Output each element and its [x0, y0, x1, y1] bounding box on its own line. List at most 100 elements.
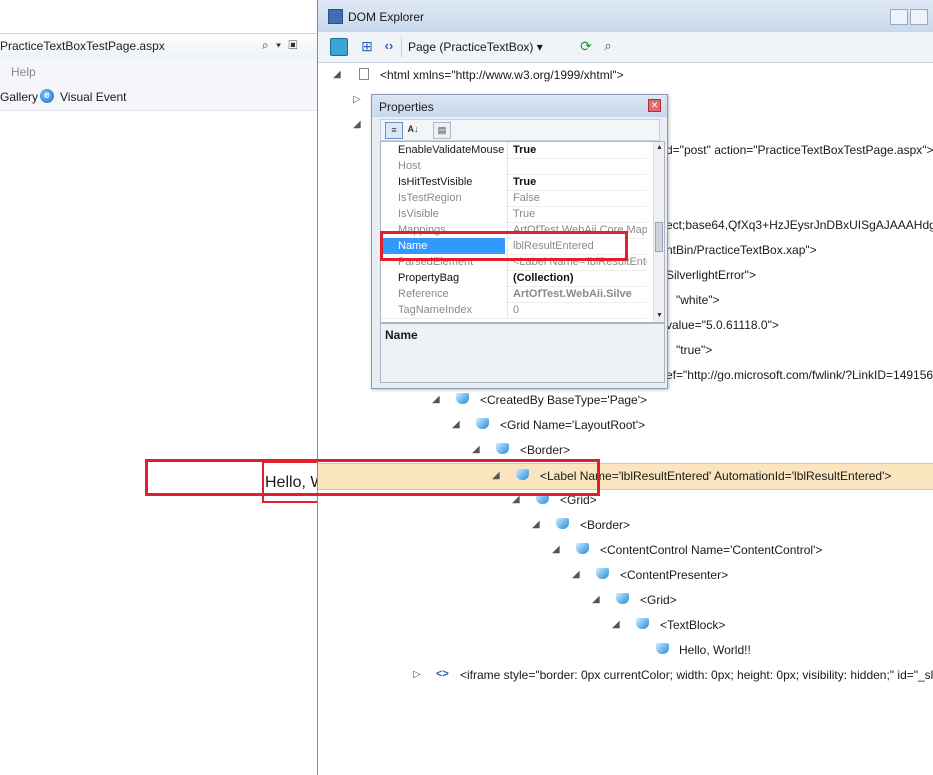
- tree-node-text[interactable]: d="post" action="PracticeTextBoxTestPage…: [666, 143, 933, 157]
- menu-help[interactable]: Help: [11, 65, 36, 79]
- collapse-twisty[interactable]: ◢: [353, 119, 361, 130]
- tree-row[interactable]: ◢ <html xmlns="http://www.w3.org/1999/xht…: [318, 63, 933, 88]
- tree-node-text[interactable]: <CreatedBy BaseType='Page'>: [480, 393, 647, 407]
- menu-bar: Help: [0, 58, 318, 84]
- tree-node-text[interactable]: "true">: [676, 343, 712, 357]
- tree-row[interactable]: ◢ <Border>: [318, 513, 933, 538]
- tree-row[interactable]: ◢ <Grid>: [318, 588, 933, 613]
- collapse-twisty[interactable]: ◢: [452, 419, 460, 430]
- property-row[interactable]: PropertyBag (Collection): [381, 270, 647, 287]
- tree-node-text[interactable]: <ContentPresenter>: [620, 568, 728, 582]
- tree-node-text[interactable]: <ContentControl Name='ContentControl'>: [600, 543, 822, 557]
- collapse-twisty[interactable]: ◢: [552, 544, 560, 555]
- alphabetical-sort-icon[interactable]: A↓: [405, 122, 421, 137]
- scroll-down-icon[interactable]: ▼: [654, 310, 664, 322]
- tree-row[interactable]: ▷ <> <iframe style="border: 0px currentCol…: [318, 663, 933, 688]
- property-name[interactable]: PropertyBag: [381, 270, 505, 286]
- minimize-button[interactable]: [890, 9, 908, 25]
- property-value[interactable]: False: [507, 190, 647, 206]
- address-bar[interactable]: PracticeTextBoxTestPage.aspx ⌕ ▾ ▣: [0, 33, 318, 59]
- tree-node-text[interactable]: <Grid Name='LayoutRoot'>: [500, 418, 645, 432]
- tree-node-text[interactable]: <Grid>: [640, 593, 677, 607]
- property-row[interactable]: IsHitTestVisible True: [381, 174, 647, 191]
- properties-title: Properties: [379, 100, 434, 114]
- tree-row[interactable]: ◢ <TextBlock>: [318, 613, 933, 638]
- silverlight-element-icon: [596, 568, 609, 579]
- close-icon[interactable]: ✕: [648, 99, 661, 112]
- browser-window: PracticeTextBoxTestPage.aspx ⌕ ▾ ▣ Help …: [0, 0, 322, 775]
- tree-node-text[interactable]: <html xmlns="http://www.w3.org/1999/xhtm…: [380, 68, 624, 82]
- tree-row[interactable]: ◢ <ContentPresenter>: [318, 563, 933, 588]
- tree-node-text[interactable]: Hello, World!!: [679, 643, 751, 657]
- selected-label-highlight: [145, 459, 600, 496]
- property-grid-scrollbar[interactable]: ▲ ▼: [653, 142, 664, 322]
- tree-row[interactable]: ◢ <CreatedBy BaseType='Page'>: [318, 388, 933, 413]
- document-icon: [359, 68, 369, 80]
- property-row[interactable]: IsVisible True: [381, 206, 647, 223]
- tree-row[interactable]: Hello, World!!: [318, 638, 933, 663]
- code-view-icon[interactable]: ‹›: [380, 38, 398, 56]
- window-controls: [888, 9, 928, 28]
- collapse-twisty[interactable]: ◢: [333, 69, 341, 80]
- property-name[interactable]: IsHitTestVisible: [381, 174, 505, 190]
- silverlight-element-icon: [456, 393, 469, 404]
- collapse-twisty[interactable]: ◢: [572, 569, 580, 580]
- address-text[interactable]: PracticeTextBoxTestPage.aspx: [0, 39, 165, 53]
- property-value[interactable]: 0: [507, 302, 647, 318]
- expand-twisty[interactable]: ▷: [353, 94, 361, 105]
- property-name[interactable]: TagNameIndex: [381, 302, 505, 318]
- categorized-icon[interactable]: ≡: [385, 122, 403, 139]
- property-value[interactable]: (Collection): [507, 270, 647, 286]
- silverlight-element-icon: [496, 443, 509, 454]
- property-value[interactable]: True: [507, 174, 647, 190]
- property-name[interactable]: Reference: [381, 286, 505, 302]
- property-row[interactable]: Host: [381, 158, 647, 175]
- refresh-icon[interactable]: ⟳: [577, 38, 595, 56]
- collapse-twisty[interactable]: ◢: [472, 444, 480, 455]
- collapse-twisty[interactable]: ◢: [612, 619, 620, 630]
- silverlight-element-icon: [656, 643, 669, 654]
- search-icon[interactable]: ⌕ ▾ ▣: [262, 38, 300, 53]
- tree-node-text[interactable]: ntBin/PracticeTextBox.xap">: [666, 243, 817, 257]
- property-value[interactable]: True: [507, 206, 647, 222]
- tree-node-text[interactable]: value="5.0.61118.0">: [666, 318, 779, 332]
- property-value[interactable]: True: [507, 142, 647, 158]
- property-row[interactable]: EnableValidateMouseLe True: [381, 142, 647, 159]
- page-selector-dropdown[interactable]: Page (PracticeTextBox) ▾: [401, 37, 549, 57]
- maximize-button[interactable]: [910, 9, 928, 25]
- window-title: DOM Explorer: [348, 10, 425, 24]
- property-value[interactable]: ArtOfTest.WebAii.Silve: [507, 286, 647, 302]
- property-row[interactable]: IsTestRegion False: [381, 190, 647, 207]
- tree-node-text[interactable]: ef="http://go.microsoft.com/fwlink/?Link…: [666, 368, 933, 382]
- tree-node-text[interactable]: SilverlightError">: [666, 268, 756, 282]
- tree-node-text[interactable]: <Border>: [520, 443, 570, 457]
- property-value[interactable]: [507, 158, 647, 174]
- html-tag-icon: <>: [436, 668, 449, 680]
- tree-row[interactable]: ◢ <Grid Name='LayoutRoot'>: [318, 413, 933, 438]
- tree-row[interactable]: ◢ <ContentControl Name='ContentControl'>: [318, 538, 933, 563]
- favorite-gallery-link[interactable]: Gallery: [0, 90, 38, 104]
- tree-node-text[interactable]: <TextBlock>: [660, 618, 725, 632]
- property-name[interactable]: IsVisible: [381, 206, 505, 222]
- tree-view-icon[interactable]: ⊞: [358, 38, 376, 56]
- property-pages-icon[interactable]: ▤: [433, 122, 451, 139]
- tree-node-text[interactable]: <iframe style="border: 0px currentColor;…: [460, 668, 933, 682]
- select-element-icon[interactable]: [330, 38, 348, 56]
- property-row[interactable]: Reference ArtOfTest.WebAii.Silve: [381, 286, 647, 303]
- collapse-twisty[interactable]: ◢: [592, 594, 600, 605]
- find-icon[interactable]: ⌕: [599, 38, 617, 56]
- collapse-twisty[interactable]: ◢: [432, 394, 440, 405]
- tree-node-text[interactable]: ect;base64,QfXq3+HzJEysrJnDBxUISgAJAAAHd…: [666, 218, 933, 232]
- favorite-visual-event-link[interactable]: Visual Event: [60, 90, 127, 104]
- property-name[interactable]: EnableValidateMouseLe: [381, 142, 505, 158]
- scroll-thumb[interactable]: [655, 222, 663, 252]
- collapse-twisty[interactable]: ◢: [532, 519, 540, 530]
- property-name[interactable]: Host: [381, 158, 505, 174]
- properties-title-bar: Properties ✕: [372, 95, 667, 117]
- property-row[interactable]: TagNameIndex 0: [381, 302, 647, 319]
- property-name[interactable]: IsTestRegion: [381, 190, 505, 206]
- scroll-up-icon[interactable]: ▲: [654, 142, 664, 154]
- tree-node-text[interactable]: "white">: [676, 293, 720, 307]
- expand-twisty[interactable]: ▷: [413, 669, 421, 680]
- tree-node-text[interactable]: <Border>: [580, 518, 630, 532]
